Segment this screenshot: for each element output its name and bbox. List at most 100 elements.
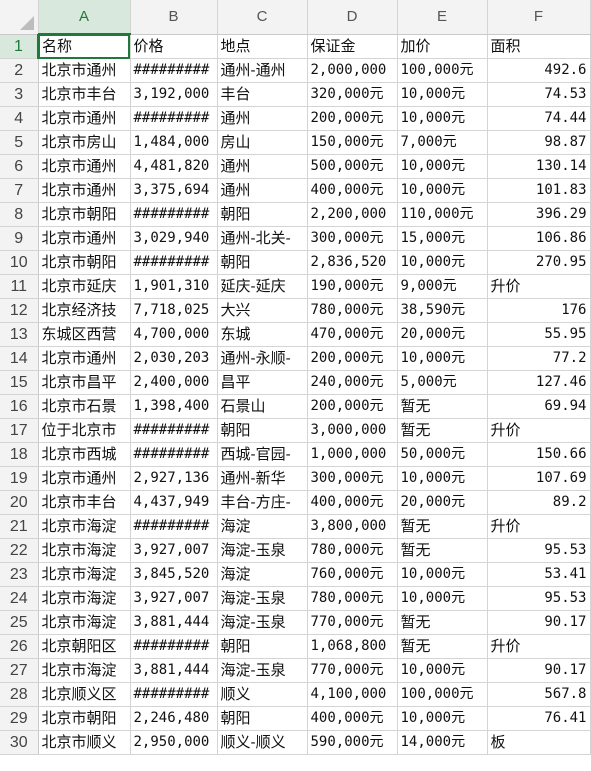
cell-d12[interactable]: 780,000元	[307, 298, 398, 323]
cell-f18[interactable]: 150.66	[487, 442, 591, 467]
cell-e24[interactable]: 10,000元	[397, 586, 488, 611]
cell-d11[interactable]: 190,000元	[307, 274, 398, 299]
cell-e20[interactable]: 20,000元	[397, 490, 488, 515]
cell-c17[interactable]: 朝阳	[217, 418, 308, 443]
row-header[interactable]: 25	[0, 610, 39, 635]
cell-c22[interactable]: 海淀-玉泉	[217, 538, 308, 563]
cell-a29[interactable]: 北京市朝阳	[38, 706, 131, 731]
cell-d14[interactable]: 200,000元	[307, 346, 398, 371]
cell-c30[interactable]: 顺义-顺义	[217, 730, 308, 755]
cell-b19[interactable]: 2,927,136	[130, 466, 218, 491]
row-header[interactable]: 16	[0, 394, 39, 419]
cell-c11[interactable]: 延庆-延庆	[217, 274, 308, 299]
cell-c7[interactable]: 通州	[217, 178, 308, 203]
cell-c18[interactable]: 西城-官园-	[217, 442, 308, 467]
row-header[interactable]: 28	[0, 682, 39, 707]
cell-d3[interactable]: 320,000元	[307, 82, 398, 107]
cell-a26[interactable]: 北京朝阳区	[38, 634, 131, 659]
cell-a5[interactable]: 北京市房山	[38, 130, 131, 155]
cell-a8[interactable]: 北京市朝阳	[38, 202, 131, 227]
cell-c24[interactable]: 海淀-玉泉	[217, 586, 308, 611]
cell-b10[interactable]: #########	[130, 250, 218, 275]
row-header[interactable]: 5	[0, 130, 39, 155]
row-header[interactable]: 23	[0, 562, 39, 587]
cell-c10[interactable]: 朝阳	[217, 250, 308, 275]
row-header[interactable]: 14	[0, 346, 39, 371]
cell-e10[interactable]: 10,000元	[397, 250, 488, 275]
cell-e22[interactable]: 暂无	[397, 538, 488, 563]
cell-b11[interactable]: 1,901,310	[130, 274, 218, 299]
cell-d19[interactable]: 300,000元	[307, 466, 398, 491]
cell-b2[interactable]: #########	[130, 58, 218, 83]
cell-a14[interactable]: 北京市通州	[38, 346, 131, 371]
cell-c19[interactable]: 通州-新华	[217, 466, 308, 491]
cell-a16[interactable]: 北京市石景	[38, 394, 131, 419]
cell-f7[interactable]: 101.83	[487, 178, 591, 203]
cell-d16[interactable]: 200,000元	[307, 394, 398, 419]
row-header[interactable]: 15	[0, 370, 39, 395]
cell-a19[interactable]: 北京市通州	[38, 466, 131, 491]
cell-a18[interactable]: 北京市西城	[38, 442, 131, 467]
cell-e23[interactable]: 10,000元	[397, 562, 488, 587]
cell-f23[interactable]: 53.41	[487, 562, 591, 587]
cell-e7[interactable]: 10,000元	[397, 178, 488, 203]
cell-a2[interactable]: 北京市通州	[38, 58, 131, 83]
cell-a25[interactable]: 北京市海淀	[38, 610, 131, 635]
cell-a10[interactable]: 北京市朝阳	[38, 250, 131, 275]
cell-c15[interactable]: 昌平	[217, 370, 308, 395]
cell-b8[interactable]: #########	[130, 202, 218, 227]
cell-a11[interactable]: 北京市延庆	[38, 274, 131, 299]
cell-a15[interactable]: 北京市昌平	[38, 370, 131, 395]
cell-d22[interactable]: 780,000元	[307, 538, 398, 563]
cell-e5[interactable]: 7,000元	[397, 130, 488, 155]
cell-a30[interactable]: 北京市顺义	[38, 730, 131, 755]
cell-c16[interactable]: 石景山	[217, 394, 308, 419]
cell-f25[interactable]: 90.17	[487, 610, 591, 635]
cell-a6[interactable]: 北京市通州	[38, 154, 131, 179]
cell-c2[interactable]: 通州-通州	[217, 58, 308, 83]
cell-a20[interactable]: 北京市丰台	[38, 490, 131, 515]
cell-e16[interactable]: 暂无	[397, 394, 488, 419]
row-header[interactable]: 13	[0, 322, 39, 347]
row-header[interactable]: 30	[0, 730, 39, 755]
cell-f30[interactable]: 板	[487, 730, 591, 755]
cell-f24[interactable]: 95.53	[487, 586, 591, 611]
cell-d5[interactable]: 150,000元	[307, 130, 398, 155]
cell-f3[interactable]: 74.53	[487, 82, 591, 107]
cell-e26[interactable]: 暂无	[397, 634, 488, 659]
cell-c3[interactable]: 丰台	[217, 82, 308, 107]
cell-b30[interactable]: 2,950,000	[130, 730, 218, 755]
cell-c26[interactable]: 朝阳	[217, 634, 308, 659]
row-header[interactable]: 1	[0, 34, 39, 59]
row-header[interactable]: 11	[0, 274, 39, 299]
cell-d18[interactable]: 1,000,000	[307, 442, 398, 467]
cell-f14[interactable]: 77.2	[487, 346, 591, 371]
cell-d25[interactable]: 770,000元	[307, 610, 398, 635]
column-header-b[interactable]: B	[130, 0, 218, 35]
cell-f13[interactable]: 55.95	[487, 322, 591, 347]
cell-e14[interactable]: 10,000元	[397, 346, 488, 371]
cell-e19[interactable]: 10,000元	[397, 466, 488, 491]
cell-c29[interactable]: 朝阳	[217, 706, 308, 731]
cell-c6[interactable]: 通州	[217, 154, 308, 179]
row-header[interactable]: 26	[0, 634, 39, 659]
cell-d1[interactable]: 保证金	[307, 34, 398, 59]
cell-e12[interactable]: 38,590元	[397, 298, 488, 323]
cell-d7[interactable]: 400,000元	[307, 178, 398, 203]
cell-f4[interactable]: 74.44	[487, 106, 591, 131]
cell-d4[interactable]: 200,000元	[307, 106, 398, 131]
cell-e30[interactable]: 14,000元	[397, 730, 488, 755]
row-header[interactable]: 20	[0, 490, 39, 515]
cell-b29[interactable]: 2,246,480	[130, 706, 218, 731]
cell-a1[interactable]: 名称	[38, 34, 131, 59]
row-header[interactable]: 18	[0, 442, 39, 467]
cell-d21[interactable]: 3,800,000	[307, 514, 398, 539]
cell-a9[interactable]: 北京市通州	[38, 226, 131, 251]
cell-b25[interactable]: 3,881,444	[130, 610, 218, 635]
row-header[interactable]: 24	[0, 586, 39, 611]
cell-e3[interactable]: 10,000元	[397, 82, 488, 107]
cell-a21[interactable]: 北京市海淀	[38, 514, 131, 539]
cell-a4[interactable]: 北京市通州	[38, 106, 131, 131]
cell-d13[interactable]: 470,000元	[307, 322, 398, 347]
cell-c20[interactable]: 丰台-方庄-	[217, 490, 308, 515]
